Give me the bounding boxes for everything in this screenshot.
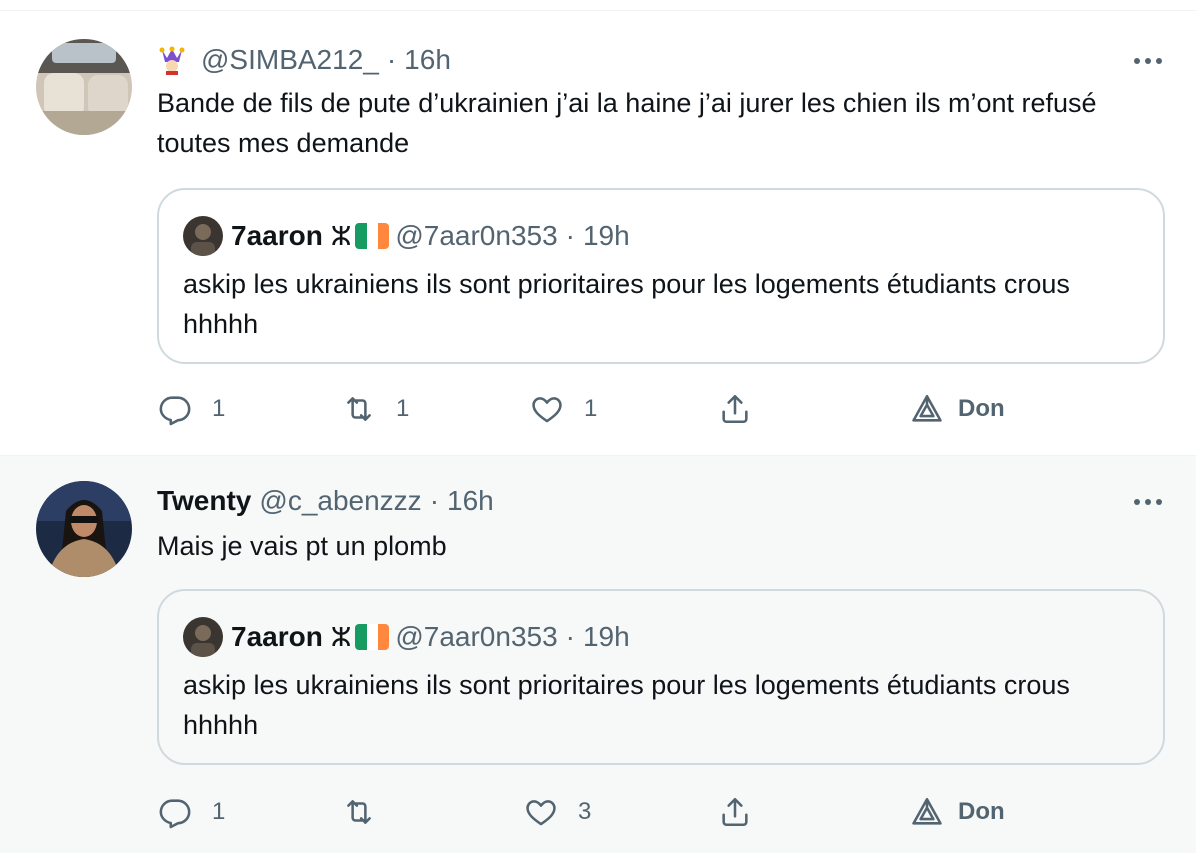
ireland-flag-icon bbox=[355, 624, 390, 650]
quoted-display-name: 7aaron bbox=[231, 220, 323, 251]
share-icon bbox=[722, 394, 748, 424]
user-handle[interactable]: @c_abenzzz bbox=[259, 484, 421, 518]
tweet-header: Twenty @c_abenzzz · 16h bbox=[157, 484, 494, 518]
promote-button[interactable]: Don bbox=[910, 392, 1005, 426]
tweet-actions: 1 3 Don bbox=[0, 795, 1196, 835]
promote-label: Don bbox=[958, 395, 1005, 422]
timestamp[interactable]: 16h bbox=[447, 484, 494, 518]
berber-flag-icon: ⵣ bbox=[330, 622, 352, 652]
quoted-tweet[interactable]: 7aaron ⵣ @7aar0n353 · 19h askip les ukra… bbox=[157, 589, 1165, 765]
like-button[interactable]: 1 bbox=[530, 392, 597, 426]
display-name[interactable]: Twenty bbox=[157, 484, 251, 518]
quoted-tweet-header: 7aaron ⵣ @7aar0n353 · 19h bbox=[183, 617, 630, 657]
separator-dot: · bbox=[386, 44, 397, 75]
tweet-header: @SIMBA212_ · 16h bbox=[157, 43, 451, 77]
like-button[interactable]: 3 bbox=[524, 795, 591, 829]
quoted-tweet[interactable]: 7aaron ⵣ @7aar0n353 · 19h askip les ukra… bbox=[157, 188, 1165, 364]
quoted-handle: @7aar0n353 bbox=[395, 621, 558, 652]
tweet-actions: 1 1 1 Don bbox=[0, 392, 1196, 432]
avatar-car-interior-image bbox=[36, 39, 132, 135]
avatar[interactable] bbox=[36, 481, 132, 577]
quoted-tweet-text: askip les ukrainiens ils sont prioritair… bbox=[183, 670, 1070, 740]
quoted-tweet-header: 7aaron ⵣ @7aar0n353 · 19h bbox=[183, 216, 630, 256]
tweet[interactable]: Twenty @c_abenzzz · 16h Mais je vais pt … bbox=[0, 455, 1196, 853]
like-count: 1 bbox=[584, 395, 598, 422]
jester-emoji-icon bbox=[157, 45, 187, 75]
share-button[interactable] bbox=[718, 392, 752, 426]
reply-button[interactable]: 1 bbox=[158, 795, 225, 829]
promote-label: Don bbox=[958, 798, 1005, 825]
avatar[interactable] bbox=[36, 39, 132, 135]
reply-icon bbox=[159, 799, 191, 829]
ireland-flag-icon bbox=[355, 223, 390, 249]
promote-icon bbox=[912, 394, 942, 422]
retweet-icon bbox=[347, 397, 371, 421]
like-count: 3 bbox=[578, 798, 592, 825]
like-icon bbox=[532, 397, 562, 423]
share-button[interactable] bbox=[718, 795, 752, 829]
berber-flag-icon: ⵣ bbox=[330, 221, 352, 251]
like-icon bbox=[526, 800, 556, 826]
avatar-person-image bbox=[36, 481, 132, 577]
promote-icon bbox=[912, 797, 942, 825]
reply-icon bbox=[159, 396, 191, 426]
more-icon[interactable] bbox=[1130, 51, 1166, 71]
quoted-avatar bbox=[183, 617, 223, 657]
more-icon[interactable] bbox=[1130, 492, 1166, 512]
tweet-text: Bande de fils de pute d’ukrainien j’ai l… bbox=[157, 88, 1097, 158]
quoted-timestamp: 19h bbox=[582, 621, 630, 652]
tweet[interactable]: @SIMBA212_ · 16h Bande de fils de pute d… bbox=[0, 10, 1196, 455]
quoted-timestamp: 19h bbox=[582, 220, 630, 251]
flag-emojis: ⵣ bbox=[331, 219, 390, 253]
retweet-button[interactable]: 1 bbox=[342, 392, 409, 426]
quoted-handle: @7aar0n353 bbox=[395, 220, 558, 251]
tweet-text: Mais je vais pt un plomb bbox=[157, 531, 447, 561]
timestamp[interactable]: 16h bbox=[404, 43, 451, 77]
retweet-count: 1 bbox=[396, 395, 410, 422]
reply-count: 1 bbox=[212, 798, 226, 825]
reply-button[interactable]: 1 bbox=[158, 392, 225, 426]
flag-emojis: ⵣ bbox=[331, 620, 390, 654]
retweet-icon bbox=[347, 800, 371, 824]
separator-dot: · bbox=[565, 621, 575, 652]
quoted-display-name: 7aaron bbox=[231, 621, 323, 652]
retweet-button[interactable] bbox=[342, 795, 396, 829]
quoted-tweet-text: askip les ukrainiens ils sont prioritair… bbox=[183, 269, 1070, 339]
quoted-avatar bbox=[183, 216, 223, 256]
promote-button[interactable]: Don bbox=[910, 795, 1005, 829]
share-icon bbox=[722, 797, 748, 827]
reply-count: 1 bbox=[212, 395, 226, 422]
user-handle[interactable]: @SIMBA212_ bbox=[201, 43, 379, 77]
separator-dot: · bbox=[429, 485, 440, 516]
separator-dot: · bbox=[565, 220, 575, 251]
